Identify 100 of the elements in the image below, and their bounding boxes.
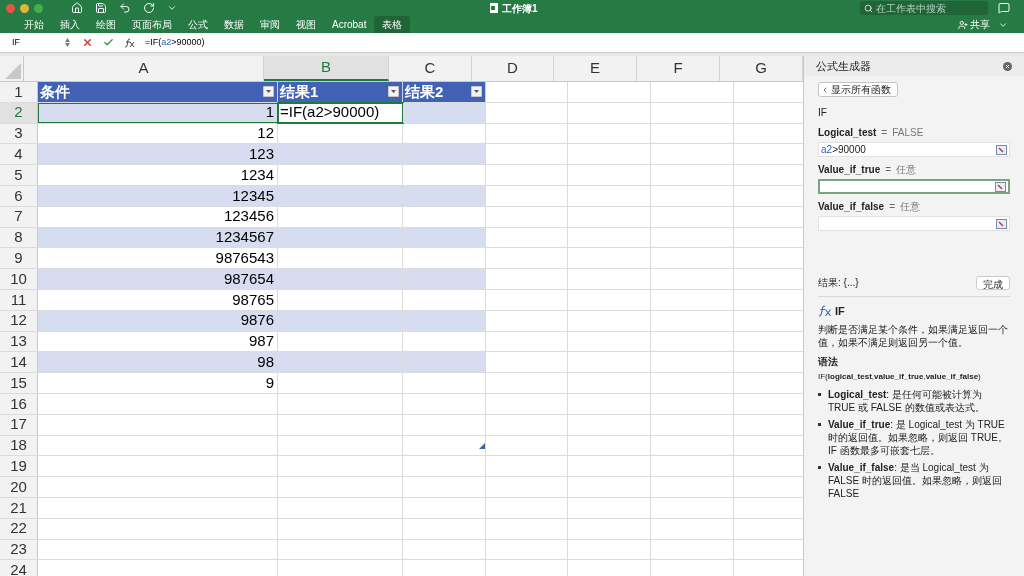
search-field[interactable]: 在工作表中搜索 — [860, 1, 988, 15]
function-icon — [818, 305, 832, 318]
done-button[interactable]: 完成 — [976, 275, 1010, 290]
ribbon-tab[interactable]: Acrobat — [324, 16, 375, 33]
row-header[interactable]: 17 — [0, 414, 38, 435]
row-header[interactable]: 4 — [0, 144, 38, 165]
ribbon-tab[interactable]: 视图 — [288, 16, 324, 33]
filter-dropdown-icon[interactable] — [263, 86, 274, 98]
ribbon-tab[interactable]: 表格 — [374, 16, 411, 33]
row-header[interactable]: 9 — [0, 248, 38, 269]
row-header[interactable]: 16 — [0, 393, 38, 414]
row-header[interactable]: 5 — [0, 165, 38, 185]
argument-result: 任意 — [900, 200, 920, 214]
column-header[interactable]: C — [389, 56, 472, 81]
column-header[interactable]: D — [472, 56, 554, 81]
row-header[interactable]: 22 — [0, 518, 38, 539]
customize-toolbar-icon[interactable] — [167, 3, 177, 13]
function-icon[interactable] — [124, 37, 135, 48]
row-header[interactable]: 21 — [0, 497, 38, 518]
table-cell: 9876 — [38, 310, 278, 331]
row-header[interactable]: 7 — [0, 206, 38, 227]
minimize-window-icon[interactable] — [20, 3, 29, 13]
row-header[interactable]: 24 — [0, 560, 38, 576]
row-header[interactable]: 20 — [0, 477, 38, 497]
row-header[interactable]: 18 — [0, 435, 38, 456]
row-header[interactable]: 12 — [0, 310, 38, 331]
filter-dropdown-icon[interactable] — [388, 86, 399, 98]
table-cell-text: 12 — [257, 123, 274, 144]
argument-field[interactable]: a2>90000 — [818, 142, 1010, 157]
ribbon-tab[interactable]: 页面布局 — [124, 16, 180, 33]
filter-dropdown-icon[interactable] — [471, 86, 482, 98]
row-header[interactable]: 3 — [0, 123, 38, 144]
row-header[interactable]: 1 — [0, 82, 38, 102]
bullet-icon — [818, 422, 821, 426]
syntax-heading: 语法 — [818, 354, 839, 369]
table-header-cell-text: 条件 — [40, 81, 70, 102]
table-cell-text: 123456 — [223, 206, 274, 227]
bullet-icon — [818, 465, 821, 469]
argument-description: Value_if_true: 是 Logical_test 为 TRUE 时的返回值。如果忽略，则返回 TRUE。IF 函数最多可嵌套七层。 — [828, 417, 1009, 457]
column-header[interactable]: B — [264, 56, 389, 81]
cancel-icon[interactable] — [82, 37, 93, 48]
collapse-dialog-icon[interactable] — [996, 144, 1007, 155]
row-header[interactable]: 13 — [0, 331, 38, 352]
formula-input[interactable]: =IF(a2>90000) — [145, 35, 1024, 50]
table-cell-text: 1234 — [240, 164, 274, 185]
undo-icon[interactable] — [119, 2, 131, 14]
argument-description: Logical_test: 是任何可能被计算为 TRUE 或 FALSE 的数值或表达式。 — [828, 387, 986, 414]
home-icon[interactable] — [71, 2, 83, 14]
argument-result: 任意 — [896, 163, 917, 177]
row-header[interactable]: 11 — [0, 289, 38, 310]
table-header-cell-text: 结果2 — [405, 81, 444, 102]
row-header[interactable]: 23 — [0, 539, 38, 560]
column-header[interactable]: E — [554, 56, 637, 81]
table-cell: 12345 — [38, 186, 278, 206]
redo-icon[interactable] — [143, 2, 155, 14]
help-function-name: IF — [835, 304, 845, 319]
result-text: 结果: {...} — [818, 276, 859, 290]
ribbon-tab[interactable]: 审阅 — [252, 16, 288, 33]
ribbon-tab[interactable]: 开始 — [16, 16, 52, 33]
table-cell: 98 — [38, 352, 278, 373]
close-icon[interactable] — [1003, 61, 1012, 71]
table-cell-text: 987 — [248, 331, 274, 352]
column-header[interactable]: F — [637, 56, 720, 81]
ribbon-tab[interactable]: 插入 — [52, 16, 88, 33]
function-name: IF — [818, 106, 828, 120]
window-title: 工作簿1 — [502, 1, 538, 16]
add-person-icon — [958, 19, 968, 30]
name-box[interactable]: IF — [12, 35, 72, 50]
table-cell: 1 — [38, 102, 278, 123]
argument-field[interactable] — [818, 179, 1010, 194]
table-cell: =IF(a2>90000) — [278, 102, 403, 123]
collapse-dialog-icon[interactable] — [996, 218, 1007, 229]
comment-icon[interactable] — [998, 2, 1010, 14]
ribbon-tab[interactable]: 绘图 — [88, 16, 124, 33]
bullet-icon — [818, 392, 821, 396]
row-header[interactable]: 19 — [0, 456, 38, 477]
ribbon-tab[interactable]: 公式 — [180, 16, 216, 33]
collapse-dialog-icon[interactable] — [995, 181, 1006, 192]
table-cell-text: 9 — [265, 372, 274, 393]
equals-sign: = — [889, 200, 895, 214]
stepper-icon — [65, 38, 70, 47]
row-header[interactable]: 10 — [0, 269, 38, 289]
enter-icon[interactable] — [103, 37, 114, 48]
row-header[interactable]: 2 — [0, 102, 38, 123]
function-description: 判断是否满足某个条件，如果满足返回一个值，如果不满足则返回另一个值。 — [818, 322, 1009, 349]
table-resize-handle[interactable] — [479, 443, 485, 449]
row-header[interactable]: 14 — [0, 352, 38, 373]
row-header[interactable]: 6 — [0, 186, 38, 206]
document-icon — [490, 3, 498, 13]
table-header-cell-text: 结果1 — [280, 81, 319, 102]
row-header[interactable]: 8 — [0, 227, 38, 248]
table-cell: 987654 — [38, 269, 278, 289]
save-icon[interactable] — [95, 2, 107, 14]
ribbon-tab[interactable]: 数据 — [216, 16, 252, 33]
table-cell: 123 — [38, 144, 278, 165]
share-button[interactable]: 共享 — [958, 17, 990, 32]
row-header[interactable]: 15 — [0, 373, 38, 393]
argument-result: FALSE — [892, 126, 924, 140]
back-button[interactable]: 显示所有函数 — [818, 82, 898, 97]
argument-label: Logical_test — [818, 126, 877, 140]
